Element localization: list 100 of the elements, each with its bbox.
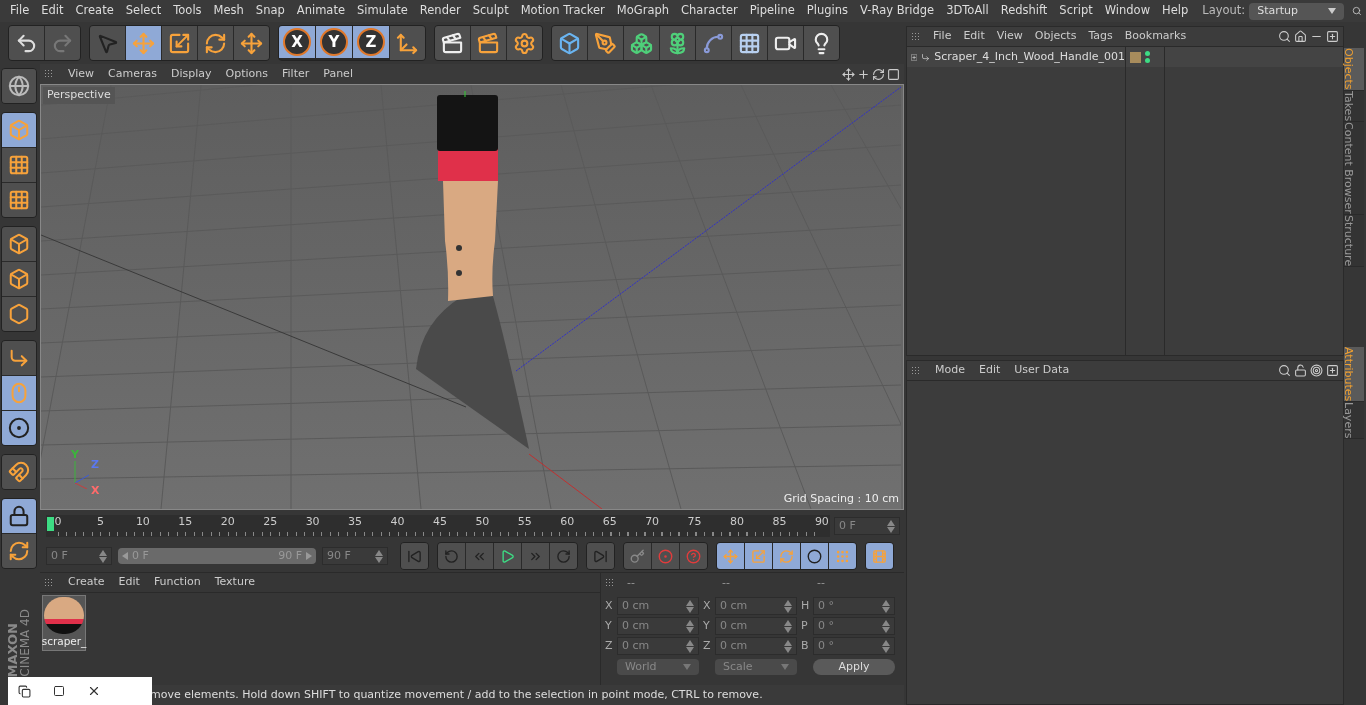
menu-item[interactable]: Character [675,2,744,20]
menu-item[interactable]: Animate [290,2,351,20]
apply-button[interactable]: Apply [813,659,895,675]
tool-button[interactable] [2,534,36,568]
menu-item[interactable]: Options [225,65,268,83]
menu-item[interactable]: Function [153,574,201,591]
orbit-icon[interactable] [872,67,885,81]
menu-item[interactable]: MoGraph [610,2,676,20]
stepper-icon[interactable] [882,599,890,613]
side-tab[interactable]: Layers [1344,402,1364,440]
menu-item[interactable]: Tags [1088,28,1113,45]
menu-item[interactable]: User Data [1014,362,1070,379]
menu-item[interactable]: Tools [167,2,208,20]
tool-button[interactable] [494,543,521,569]
tool-button[interactable] [390,26,425,60]
tool-button[interactable] [2,227,36,261]
tool-button[interactable] [732,26,767,60]
maximize-icon[interactable] [53,685,65,697]
zoom-icon[interactable] [857,67,870,81]
menu-item[interactable]: Create [69,2,120,20]
side-tab[interactable]: Content Browser [1344,121,1364,215]
stepper-icon[interactable] [99,549,107,563]
timeline-ruler[interactable]: 0 5 10 15 20 25 30 35 40 45 50 55 60 65 70 75 80 85 90 [46,515,830,537]
menu-item[interactable]: Edit [979,362,1001,379]
menu-item[interactable]: Panel [323,65,353,83]
tool-button[interactable] [2,341,36,375]
menu-item[interactable]: Objects [1034,28,1077,45]
restore-icon[interactable] [18,684,31,698]
stepper-icon[interactable] [686,599,694,613]
menu-item[interactable]: Motion Tracker [514,2,611,20]
menu-item[interactable]: File [933,28,952,45]
menu-item[interactable]: Sculpt [466,2,515,20]
tool-button[interactable] [2,411,36,445]
menu-item[interactable]: Pipeline [743,2,801,20]
menu-item[interactable]: Select [119,2,168,20]
stepper-icon[interactable] [686,619,694,633]
tool-button[interactable] [624,26,659,60]
pan-icon[interactable] [842,67,855,81]
search-icon[interactable] [1352,4,1362,18]
menu-item[interactable]: Filter [282,65,310,83]
menu-item[interactable]: Plugins [800,2,855,20]
menu-item[interactable]: Display [171,65,212,83]
tool-button[interactable] [2,262,36,296]
tool-button[interactable] [198,26,233,60]
menu-item[interactable]: Redshift [994,2,1054,20]
menu-item[interactable]: V-Ray Bridge [854,2,941,20]
tool-button[interactable] [2,69,36,103]
axis-lock-button[interactable]: X [279,26,315,58]
menu-item[interactable]: Cameras [108,65,157,83]
material-swatch[interactable]: scraper_ [42,595,86,651]
tool-button[interactable] [9,26,44,60]
close-icon[interactable] [87,684,101,698]
menu-item[interactable]: Render [413,2,467,20]
tool-button[interactable] [435,26,470,60]
tool-button[interactable] [162,26,197,60]
tool-button[interactable] [2,499,36,533]
expand-icon[interactable] [911,52,918,62]
menu-item[interactable]: Simulate [351,2,414,20]
tool-button[interactable] [804,26,839,60]
menu-item[interactable]: Bookmarks [1124,28,1187,45]
tool-button[interactable] [696,26,731,60]
side-tab[interactable]: Structure [1344,214,1364,267]
menu-item[interactable]: Mode [935,362,965,379]
stepper-icon[interactable] [887,519,895,533]
tool-button[interactable] [234,26,269,60]
axis-lock-button[interactable]: Z [353,26,389,58]
stepper-icon[interactable] [784,619,792,633]
search-icon[interactable] [1278,364,1291,377]
menu-item[interactable]: Edit [35,2,70,20]
layout-dropdown[interactable]: Startup [1249,2,1345,20]
search-icon[interactable] [1278,30,1291,43]
tool-button[interactable] [660,26,695,60]
unlock-icon[interactable] [1294,364,1307,377]
new-panel-icon[interactable] [1326,30,1339,43]
stepper-icon[interactable] [784,599,792,613]
tool-button[interactable] [2,148,36,182]
menu-item[interactable]: Script [1053,2,1099,20]
target-icon[interactable] [1310,364,1323,377]
home-icon[interactable] [1294,30,1307,43]
menu-item[interactable]: Edit [118,574,140,591]
menu-item[interactable]: View [68,65,95,83]
tool-button[interactable] [2,183,36,217]
stepper-icon[interactable] [375,549,383,563]
tool-button[interactable] [552,26,587,60]
tool-button[interactable] [801,543,828,569]
menu-item[interactable]: Window [1098,2,1157,20]
menu-item[interactable]: Texture [214,574,255,591]
menu-item[interactable]: Create [68,574,105,591]
menu-item[interactable]: Mesh [207,2,250,20]
stepper-icon[interactable] [784,639,792,653]
menu-item[interactable]: File [4,2,36,20]
new-panel-icon[interactable] [1326,364,1339,377]
menu-item[interactable]: View [996,28,1023,45]
stepper-icon[interactable] [686,639,694,653]
menu-item[interactable]: Help [1156,2,1195,20]
stepper-icon[interactable] [882,619,890,633]
tool-button[interactable] [768,26,803,60]
stepper-icon[interactable] [882,639,890,653]
axis-lock-button[interactable]: Y [316,26,352,58]
tool-button[interactable] [507,26,542,60]
